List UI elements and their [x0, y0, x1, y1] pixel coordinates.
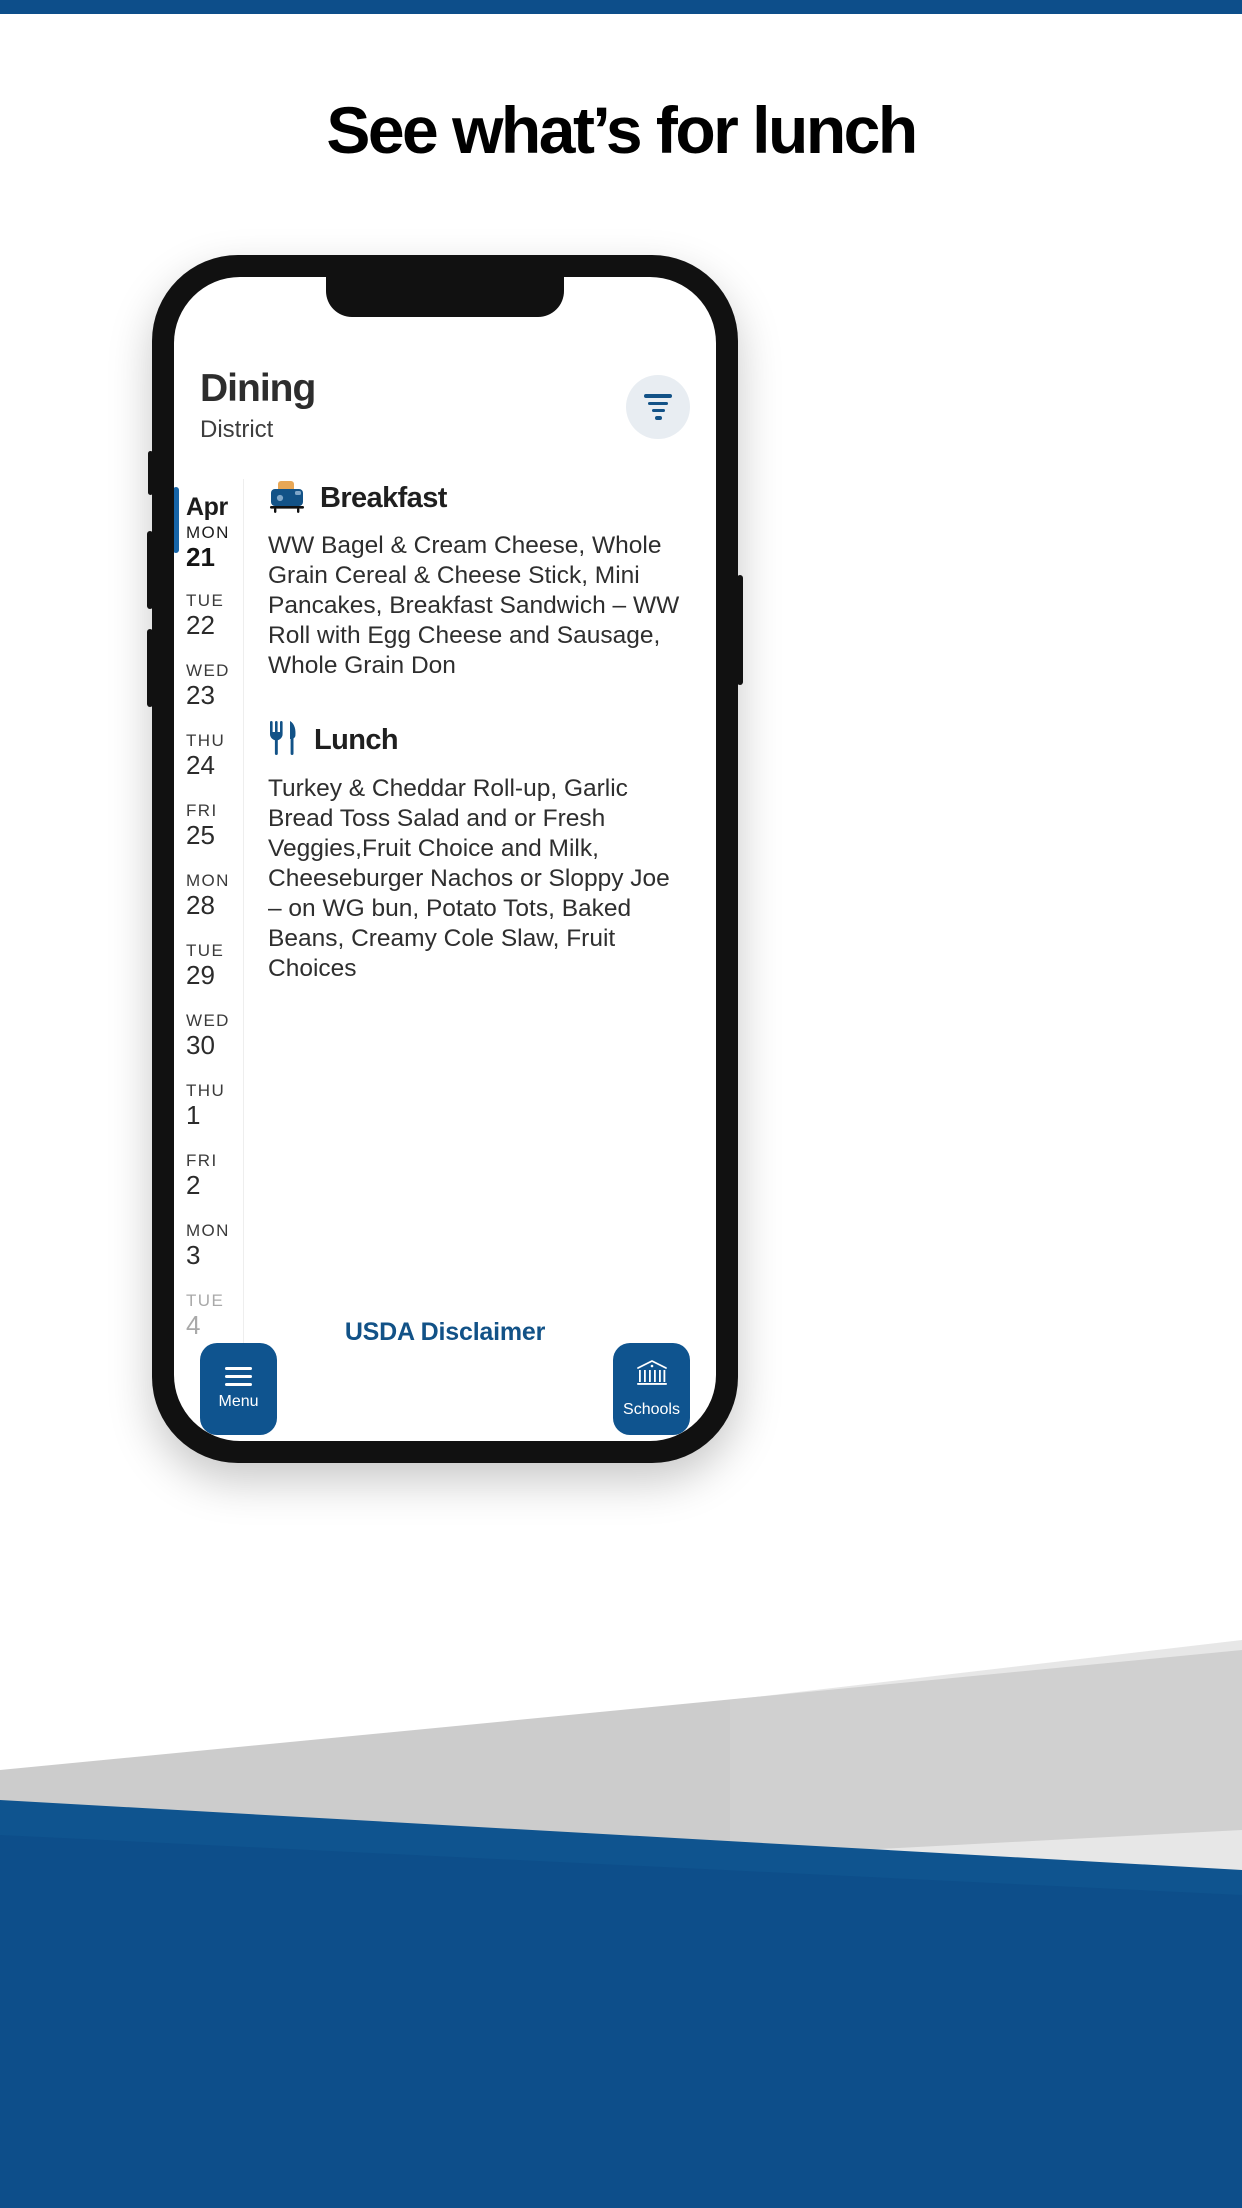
filter-bar-4 [654, 416, 662, 420]
date-day-number: 28 [186, 890, 215, 921]
date-weekday: WED [186, 661, 230, 680]
date-weekday: FRI [186, 1151, 218, 1170]
hamburger-bar-1 [225, 1366, 252, 1370]
date-rail[interactable]: Apr MON 21 TUE 22 WED 23 THU 24 FRI 25 MON 28 TUE 29 WE… [174, 479, 244, 1359]
schools-button[interactable]: Schools [613, 1343, 690, 1435]
phone-power-button [737, 575, 743, 685]
toaster-icon [268, 479, 306, 518]
school-building-icon [634, 1359, 670, 1394]
hamburger-bar-2 [225, 1374, 252, 1379]
date-day-number: 22 [186, 610, 215, 641]
date-day-number: 29 [186, 960, 215, 991]
date-day-number: 30 [186, 1030, 215, 1061]
top-brand-strip [0, 0, 1242, 14]
fork-knife-icon [268, 720, 300, 761]
date-weekday: MON [186, 1221, 230, 1240]
date-day-number: 24 [186, 750, 215, 781]
filter-funnel-icon[interactable] [626, 375, 690, 439]
date-weekday: MON [186, 522, 230, 542]
phone-mockup: Dining District Apr MON 21 TUE 22 WED 23 THU 24 F… [147, 255, 743, 1463]
page-subtitle: District [200, 415, 274, 443]
phone-silent-switch [148, 451, 153, 495]
filter-bar-3 [651, 409, 665, 413]
page-headline: See what’s for lunch [326, 93, 918, 167]
date-weekday: THU [186, 731, 226, 750]
date-weekday: THU [186, 1081, 226, 1100]
phone-notch [326, 277, 564, 317]
date-day-number: 21 [186, 541, 215, 572]
date-item[interactable]: WED 30 [174, 1001, 243, 1071]
app-body: Apr MON 21 TUE 22 WED 23 THU 24 FRI 25 MON 28 TUE 29 WE… [174, 479, 716, 1359]
breakfast-text: WW Bagel & Cream Cheese, Whole Grain Cer… [268, 532, 680, 679]
phone-volume-up-button [147, 531, 153, 609]
date-item[interactable]: THU 24 [174, 721, 243, 791]
date-item[interactable]: MON 28 [174, 861, 243, 931]
meal-block-breakfast: Breakfast WW Bagel & Cream Cheese, Whole… [268, 479, 690, 680]
meal-block-lunch: Lunch Turkey & Cheddar Roll-up, Garlic B… [268, 720, 690, 983]
date-weekday: TUE [186, 591, 225, 610]
breakfast-heading: Breakfast [268, 479, 690, 518]
lunch-heading: Lunch [268, 720, 690, 761]
filter-bar-1 [644, 394, 672, 398]
date-item[interactable]: MON 3 [174, 1211, 243, 1281]
date-item[interactable]: FRI 25 [174, 791, 243, 861]
date-weekday: WED [186, 1011, 230, 1030]
date-day-number: 3 [186, 1240, 201, 1271]
schools-button-label: Schools [623, 1401, 680, 1418]
date-item[interactable]: FRI 2 [174, 1141, 243, 1211]
lunch-title: Lunch [314, 724, 399, 757]
lunch-text: Turkey & Cheddar Roll-up, Garlic Bread T… [268, 775, 670, 982]
date-item[interactable]: TUE 29 [174, 931, 243, 1001]
phone-volume-down-button [147, 629, 153, 707]
date-weekday: TUE [186, 941, 225, 960]
date-day-number: 1 [186, 1100, 201, 1131]
date-weekday: MON [186, 871, 230, 890]
app-title-block: Dining District [200, 367, 316, 443]
date-day-number: 25 [186, 820, 215, 851]
hamburger-menu-icon [225, 1366, 252, 1387]
breakfast-title: Breakfast [320, 482, 447, 514]
date-day-number: 23 [186, 680, 215, 711]
date-weekday: FRI [186, 801, 218, 820]
menu-button-label: Menu [218, 1393, 259, 1411]
page-title: Dining [200, 367, 316, 410]
date-item[interactable]: THU 1 [174, 1071, 243, 1141]
date-item[interactable]: TUE 22 [174, 581, 243, 651]
filter-bar-2 [648, 401, 668, 405]
phone-screen: Dining District Apr MON 21 TUE 22 WED 23 THU 24 F… [174, 277, 716, 1441]
date-item[interactable]: Apr MON 21 [174, 485, 243, 581]
menu-button[interactable]: Menu [200, 1343, 277, 1435]
date-month: Apr [186, 493, 228, 521]
date-day-number: 2 [186, 1170, 201, 1201]
app-header: Dining District [174, 367, 716, 443]
menu-content: Breakfast WW Bagel & Cream Cheese, Whole… [244, 479, 716, 1359]
date-item[interactable]: WED 23 [174, 651, 243, 721]
hamburger-bar-3 [225, 1383, 252, 1387]
date-weekday: TUE [186, 1291, 225, 1310]
